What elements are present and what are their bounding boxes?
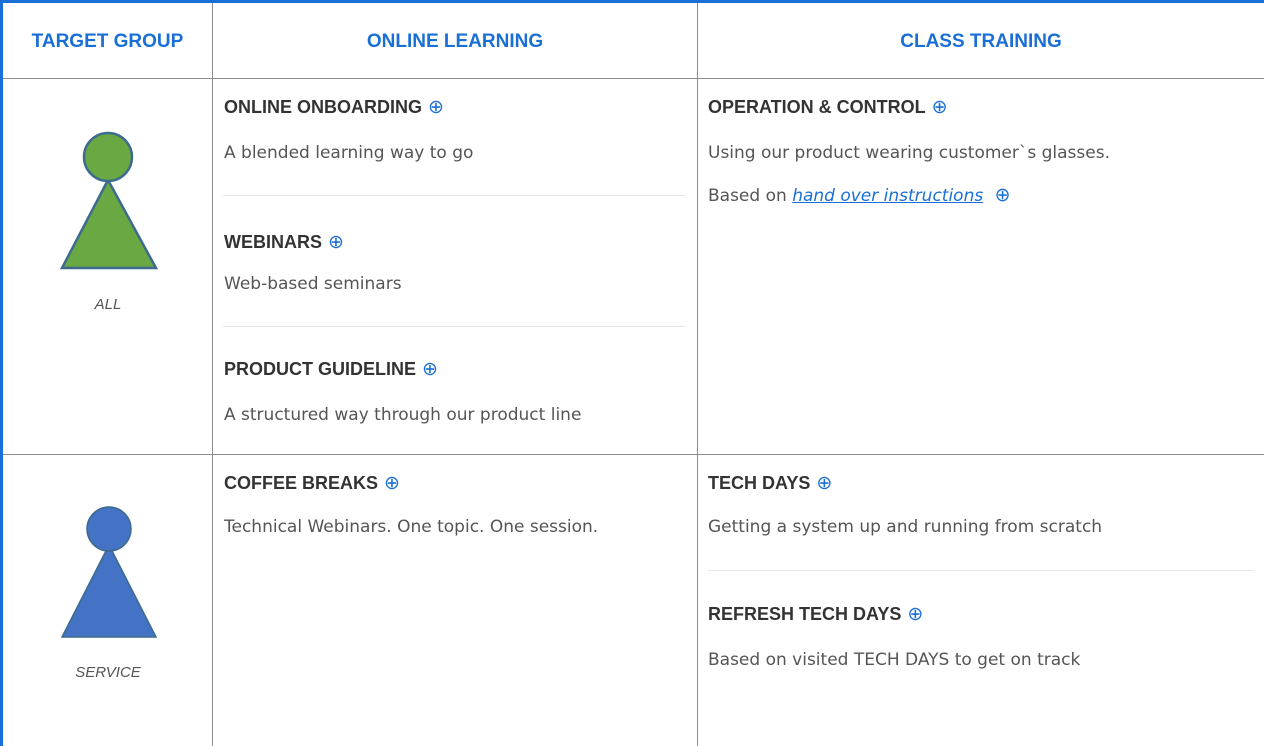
online-onboarding-desc: A blended learning way to go <box>224 143 474 163</box>
coffee-breaks-title: COFFEE BREAKS <box>224 473 379 493</box>
target-group-label-service: SERVICE <box>75 664 141 681</box>
person-blue-icon <box>60 506 158 638</box>
webinars-desc: Web-based seminars <box>224 274 402 294</box>
refresh-tech-days-link[interactable]: REFRESH TECH DAYS ⊕ <box>708 604 923 625</box>
header-class-training: CLASS TRAINING <box>900 31 1062 52</box>
operation-control-link[interactable]: OPERATION & CONTROL ⊕ <box>708 97 948 118</box>
row-divider <box>3 454 1264 455</box>
expand-plus-icon[interactable]: ⊕ <box>384 474 400 493</box>
operation-control-desc: Using our product wearing customer`s gla… <box>708 143 1110 163</box>
webinars-link[interactable]: WEBINARS ⊕ <box>224 232 344 253</box>
tech-days-link[interactable]: TECH DAYS ⊕ <box>708 473 832 494</box>
operation-control-title: OPERATION & CONTROL <box>708 97 926 117</box>
online-onboarding-title: ONLINE ONBOARDING <box>224 97 422 117</box>
refresh-tech-days-desc: Based on visited TECH DAYS to get on tra… <box>708 650 1081 670</box>
tech-days-title: TECH DAYS <box>708 473 811 493</box>
refresh-tech-days-title: REFRESH TECH DAYS <box>708 604 902 624</box>
expand-plus-icon[interactable]: ⊕ <box>428 98 444 117</box>
coffee-breaks-link[interactable]: COFFEE BREAKS ⊕ <box>224 473 400 494</box>
hand-over-instructions-link[interactable]: hand over instructions <box>792 186 983 206</box>
based-on-prefix: Based on <box>708 186 787 206</box>
hand-over-line: Based on hand over instructions ⊕ <box>708 184 1011 207</box>
online-onboarding-link[interactable]: ONLINE ONBOARDING ⊕ <box>224 97 444 118</box>
column-divider <box>212 3 213 746</box>
tech-days-desc: Getting a system up and running from scr… <box>708 517 1103 537</box>
expand-plus-icon[interactable]: ⊕ <box>907 605 923 624</box>
item-separator <box>223 326 685 327</box>
header-target-group: TARGET GROUP <box>31 31 184 52</box>
expand-plus-icon[interactable]: ⊕ <box>422 360 438 379</box>
header-online-learning: ONLINE LEARNING <box>366 31 544 52</box>
product-guideline-desc: A structured way through our product lin… <box>224 405 582 425</box>
column-divider <box>697 3 698 746</box>
product-guideline-title: PRODUCT GUIDELINE <box>224 359 417 379</box>
expand-plus-icon[interactable]: ⊕ <box>816 474 832 493</box>
coffee-breaks-desc: Technical Webinars. One topic. One sessi… <box>224 517 599 537</box>
item-separator <box>223 195 685 196</box>
webinars-title: WEBINARS <box>224 232 322 252</box>
training-table: TARGET GROUP ONLINE LEARNING CLASS TRAIN… <box>0 0 1264 746</box>
expand-plus-icon[interactable]: ⊕ <box>995 184 1011 206</box>
person-green-icon <box>60 131 159 270</box>
expand-plus-icon[interactable]: ⊕ <box>328 233 344 252</box>
expand-plus-icon[interactable]: ⊕ <box>932 98 948 117</box>
product-guideline-link[interactable]: PRODUCT GUIDELINE ⊕ <box>224 359 438 380</box>
item-separator <box>708 570 1253 571</box>
target-group-label-all: ALL <box>94 296 122 313</box>
